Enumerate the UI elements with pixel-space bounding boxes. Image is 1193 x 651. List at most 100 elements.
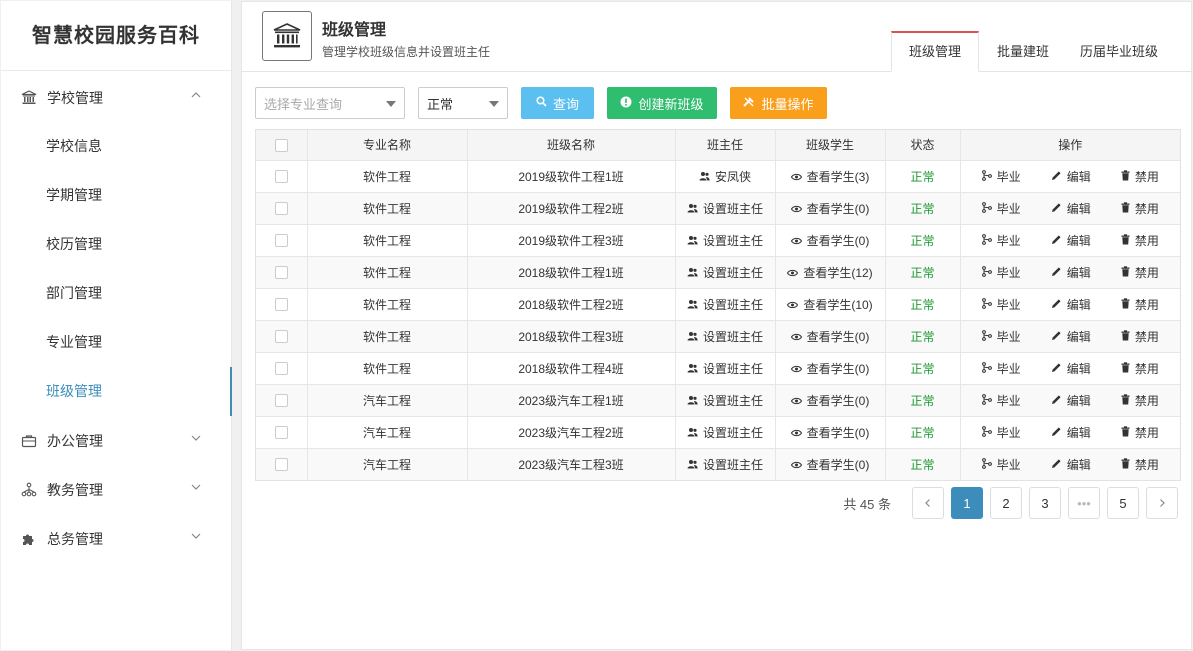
tab-batch-create[interactable]: 批量建班 (979, 31, 1067, 72)
page-button-2[interactable]: 2 (990, 487, 1022, 519)
disable-button[interactable]: 禁用 (1121, 360, 1159, 377)
edit-button[interactable]: 编辑 (1051, 168, 1091, 185)
edit-button[interactable]: 编辑 (1051, 296, 1091, 313)
graduate-button[interactable]: 毕业 (981, 296, 1021, 313)
graduate-button[interactable]: 毕业 (981, 392, 1021, 409)
fork-icon (981, 201, 992, 216)
set-teacher-link[interactable]: 安凤侠 (699, 170, 751, 184)
create-class-button[interactable]: 创建新班级 (607, 87, 717, 119)
graduate-button[interactable]: 毕业 (981, 328, 1021, 345)
row-checkbox[interactable] (274, 266, 288, 280)
set-teacher-link[interactable]: 设置班主任 (687, 234, 763, 248)
edit-button[interactable]: 编辑 (1051, 360, 1091, 377)
set-teacher-link[interactable]: 设置班主任 (687, 458, 763, 472)
sidebar-item-major[interactable]: 专业管理 (1, 318, 231, 367)
view-students-link[interactable]: 查看学生(0) (790, 394, 869, 408)
tab-graduated-classes[interactable]: 历届毕业班级 (1067, 31, 1171, 72)
disable-button[interactable]: 禁用 (1121, 296, 1159, 313)
edit-button[interactable]: 编辑 (1051, 200, 1091, 217)
sidebar-group-general[interactable]: 总务管理 (1, 514, 231, 563)
graduate-button[interactable]: 毕业 (981, 424, 1021, 441)
row-checkbox[interactable] (274, 298, 288, 312)
sidebar-item-school-info[interactable]: 学校信息 (1, 122, 231, 171)
graduate-button[interactable]: 毕业 (981, 264, 1021, 281)
sidebar-item-class[interactable]: 班级管理 (1, 367, 232, 416)
set-teacher-link[interactable]: 设置班主任 (687, 202, 763, 216)
disable-button[interactable]: 禁用 (1121, 232, 1159, 249)
view-students-link[interactable]: 查看学生(0) (790, 426, 869, 440)
row-checkbox[interactable] (274, 362, 288, 376)
view-students-link[interactable]: 查看学生(0) (790, 330, 869, 344)
sidebar-item-department[interactable]: 部门管理 (1, 269, 231, 318)
major-select[interactable]: 选择专业查询 (255, 87, 405, 119)
row-checkbox[interactable] (274, 234, 288, 248)
graduate-button[interactable]: 毕业 (981, 360, 1021, 377)
view-students-link[interactable]: 查看学生(0) (790, 234, 869, 248)
cell-students: 查看学生(0) (775, 224, 886, 257)
status-select[interactable]: 正常 (418, 87, 508, 119)
disable-button[interactable]: 禁用 (1121, 200, 1159, 217)
view-students-link[interactable]: 查看学生(10) (787, 298, 873, 312)
teacher-label: 设置班主任 (702, 297, 763, 312)
eye-icon (790, 460, 802, 472)
set-teacher-link[interactable]: 设置班主任 (687, 330, 763, 344)
select-all-checkbox[interactable] (274, 138, 288, 152)
disable-button[interactable]: 禁用 (1121, 392, 1159, 409)
page-ellipsis[interactable]: ••• (1068, 487, 1100, 519)
table-row: 汽车工程 2023级汽车工程1班 设置班主任 查看学生(0) 正常 毕业 编辑 禁用 (256, 384, 1180, 417)
chevron-left-icon (925, 499, 930, 507)
row-checkbox[interactable] (274, 170, 288, 184)
graduate-button[interactable]: 毕业 (981, 200, 1021, 217)
row-checkbox[interactable] (274, 458, 288, 472)
row-checkbox[interactable] (274, 330, 288, 344)
page-button-5[interactable]: 5 (1107, 487, 1139, 519)
sidebar-group-academic[interactable]: 教务管理 (1, 465, 231, 514)
set-teacher-link[interactable]: 设置班主任 (687, 426, 763, 440)
edit-button[interactable]: 编辑 (1051, 232, 1091, 249)
disable-button[interactable]: 禁用 (1121, 264, 1159, 281)
sidebar-item-calendar[interactable]: 校历管理 (1, 220, 231, 269)
sidebar-group-office[interactable]: 办公管理 (1, 416, 231, 465)
edit-button[interactable]: 编辑 (1051, 328, 1091, 345)
query-button[interactable]: 查询 (521, 87, 594, 119)
edit-button[interactable]: 编辑 (1051, 392, 1091, 409)
row-checkbox[interactable] (274, 394, 288, 408)
set-teacher-link[interactable]: 设置班主任 (687, 298, 763, 312)
graduate-button[interactable]: 毕业 (981, 168, 1021, 185)
disable-button[interactable]: 禁用 (1121, 168, 1159, 185)
view-students-link[interactable]: 查看学生(0) (790, 362, 869, 376)
row-select-cell (256, 352, 308, 385)
disable-button[interactable]: 禁用 (1121, 424, 1159, 441)
edit-button[interactable]: 编辑 (1051, 456, 1091, 473)
prev-page-button[interactable] (912, 487, 944, 519)
cell-status: 正常 (885, 448, 961, 480)
caret-down-icon (489, 101, 499, 107)
set-teacher-link[interactable]: 设置班主任 (687, 362, 763, 376)
set-teacher-link[interactable]: 设置班主任 (687, 394, 763, 408)
view-students-link[interactable]: 查看学生(12) (787, 266, 873, 280)
batch-operation-button[interactable]: 批量操作 (730, 87, 827, 119)
view-students-link[interactable]: 查看学生(0) (790, 202, 869, 216)
teacher-label: 设置班主任 (702, 233, 763, 248)
disable-button[interactable]: 禁用 (1121, 328, 1159, 345)
edit-button[interactable]: 编辑 (1051, 424, 1091, 441)
disable-button[interactable]: 禁用 (1121, 456, 1159, 473)
tab-class-management[interactable]: 班级管理 (891, 31, 979, 72)
graduate-label: 毕业 (996, 265, 1021, 280)
pencil-icon (1051, 362, 1062, 376)
graduate-button[interactable]: 毕业 (981, 232, 1021, 249)
page-button-3[interactable]: 3 (1029, 487, 1061, 519)
edit-button[interactable]: 编辑 (1051, 264, 1091, 281)
sidebar-item-semester[interactable]: 学期管理 (1, 171, 231, 220)
graduate-button[interactable]: 毕业 (981, 456, 1021, 473)
teacher-label: 安凤侠 (714, 169, 751, 184)
row-checkbox[interactable] (274, 202, 288, 216)
set-teacher-link[interactable]: 设置班主任 (687, 266, 763, 280)
page-button-1[interactable]: 1 (951, 487, 983, 519)
sidebar-group-school[interactable]: 学校管理 (1, 73, 231, 122)
fork-icon (981, 361, 992, 376)
row-checkbox[interactable] (274, 426, 288, 440)
view-students-link[interactable]: 查看学生(0) (790, 458, 869, 472)
next-page-button[interactable] (1146, 487, 1178, 519)
view-students-link[interactable]: 查看学生(3) (790, 170, 869, 184)
